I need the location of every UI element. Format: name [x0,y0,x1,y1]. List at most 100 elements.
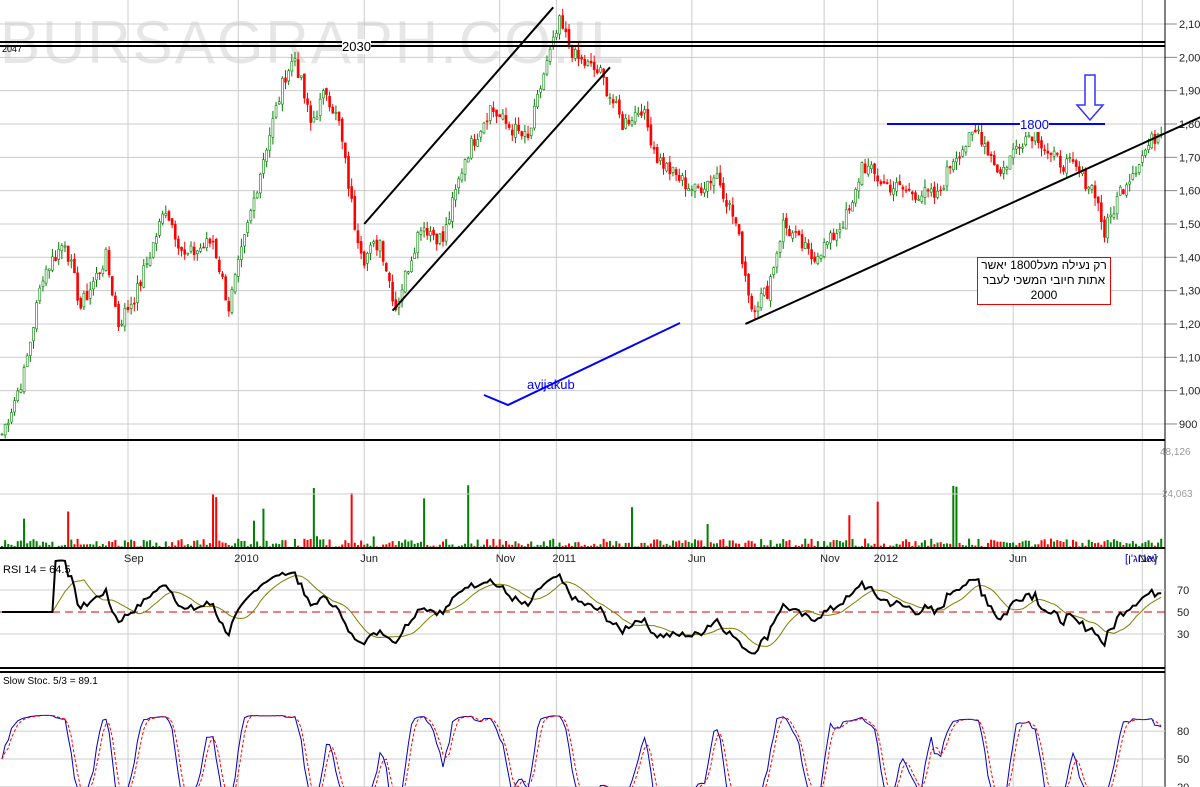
period-selector[interactable]: [אבוג'ן] [1125,553,1157,565]
volume-bar [401,542,404,547]
candle-body [312,117,316,123]
volume-bar [1015,545,1018,547]
candle-body [444,224,448,242]
candle-body [495,109,498,117]
candle-body [1027,135,1031,138]
candle-body [126,306,130,311]
candle-body [1109,214,1113,218]
candle-body [192,246,196,255]
candle-body [438,233,442,244]
annotation-note: רק נעילה מעל1800 יאשר אתות חיובי המשכי ל… [977,257,1111,305]
candle-body [1030,136,1034,142]
candle-body [63,245,67,248]
volume-bar [212,494,215,547]
volume-bar [224,542,227,547]
volume-bar [432,545,435,547]
candle-body [759,293,763,309]
time-tick-label: Jun [360,553,378,565]
candle-body [986,141,990,156]
candle-body [961,149,965,157]
volume-bar [1157,542,1160,547]
volume-bar [794,545,797,547]
volume-bar [766,545,769,547]
candle-body [117,303,120,328]
candle-body [668,162,672,175]
volume-bar [426,544,429,547]
candle-body [860,162,864,185]
volume-bar [76,538,79,547]
volume-bar [347,542,350,547]
volume-bar [363,544,366,547]
candle-body [800,234,804,249]
candle-body [848,208,851,211]
volume-bar [382,544,385,547]
candle-body [888,184,892,193]
volume-bar [744,542,747,547]
candle-body [1112,213,1116,218]
stoch-tick-label: 80 [1177,726,1189,738]
volume-bar [734,543,737,547]
volume-bar [826,545,829,547]
candle-body [778,241,782,253]
candle-body [1125,184,1128,196]
volume-bar [438,544,441,547]
volume-bar [552,538,555,547]
candle-body [142,265,146,288]
candle-body [391,282,394,302]
candle-body [879,181,883,185]
candle-body [1134,172,1138,175]
volume-bar [914,541,917,547]
volume-bar [372,536,375,547]
candle-body [88,289,92,299]
volume-bar [939,542,942,547]
volume-bar [760,539,763,547]
candle-body [208,238,212,244]
candle-body [296,59,300,78]
volume-bar [130,539,133,547]
volume-bar [523,546,526,547]
candle-body [460,172,464,181]
candle-body [268,134,272,151]
volume-bar [482,544,485,547]
candle-body [652,146,656,150]
candle-body [240,246,243,260]
volume-bar [498,539,501,547]
candle-body [1131,173,1135,180]
candle-body [586,61,590,66]
volume-bar [690,543,693,547]
volume-bar [284,540,287,547]
volume-bar [574,542,577,547]
volume-bar [265,540,268,547]
candle-body [627,119,631,125]
candle-body [133,302,136,305]
candle-body [945,166,949,187]
volume-bar [356,545,359,547]
volume-bar [476,539,479,547]
candle-body [38,287,42,302]
volume-bar [41,541,44,547]
candle-body [772,267,776,275]
candle-body [1040,140,1043,149]
candle-body [158,221,161,236]
candle-body [618,99,621,115]
candle-body [671,166,675,173]
down-arrow-icon [1075,74,1105,122]
price-tick-label: 1,100 [1179,352,1200,364]
volume-bar [738,543,741,547]
candle-body [164,213,168,216]
volume-bar [246,546,249,547]
volume-bar [593,543,596,547]
candle-body [120,323,123,326]
candle-body [718,172,722,186]
candle-body [139,281,142,287]
candle-body [974,129,977,133]
volume-bar [851,539,854,547]
volume-bar [558,542,561,547]
candle-body [1150,133,1154,149]
volume-bar [460,545,463,547]
rsi-label: RSI 14 = 64.5 [3,564,71,576]
volume-bar [177,540,180,547]
volume-bar [215,497,218,547]
candle-body [413,252,416,259]
candle-body [309,105,313,123]
